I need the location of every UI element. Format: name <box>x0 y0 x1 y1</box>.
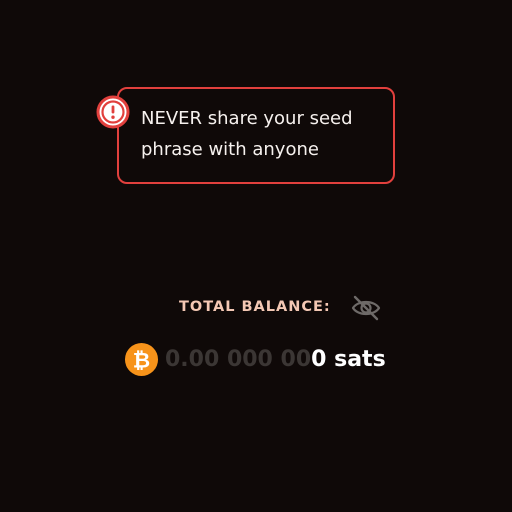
exclamation-circle-icon <box>96 95 130 129</box>
balance-amount-leading-zeros: 0.00 000 00 <box>165 346 312 372</box>
seed-warning-box: NEVER share your seed phrase with anyone <box>117 87 395 184</box>
balance-header: TOTAL BALANCE: <box>0 291 512 325</box>
total-balance-label: TOTAL BALANCE: <box>179 299 331 315</box>
seed-warning-text: NEVER share your seed phrase with anyone <box>141 103 391 165</box>
seed-warning-line-1: NEVER share your seed <box>141 108 353 129</box>
svg-text:₿: ₿ <box>133 348 150 373</box>
balance-amount-row: ₿ 0.00 000 00 0 sats <box>124 341 386 377</box>
bitcoin-icon: ₿ <box>124 342 159 376</box>
balance-amount-sats: 0 sats <box>311 346 386 372</box>
eye-off-icon[interactable] <box>349 291 383 325</box>
seed-warning-line-2: phrase with anyone <box>141 139 319 160</box>
